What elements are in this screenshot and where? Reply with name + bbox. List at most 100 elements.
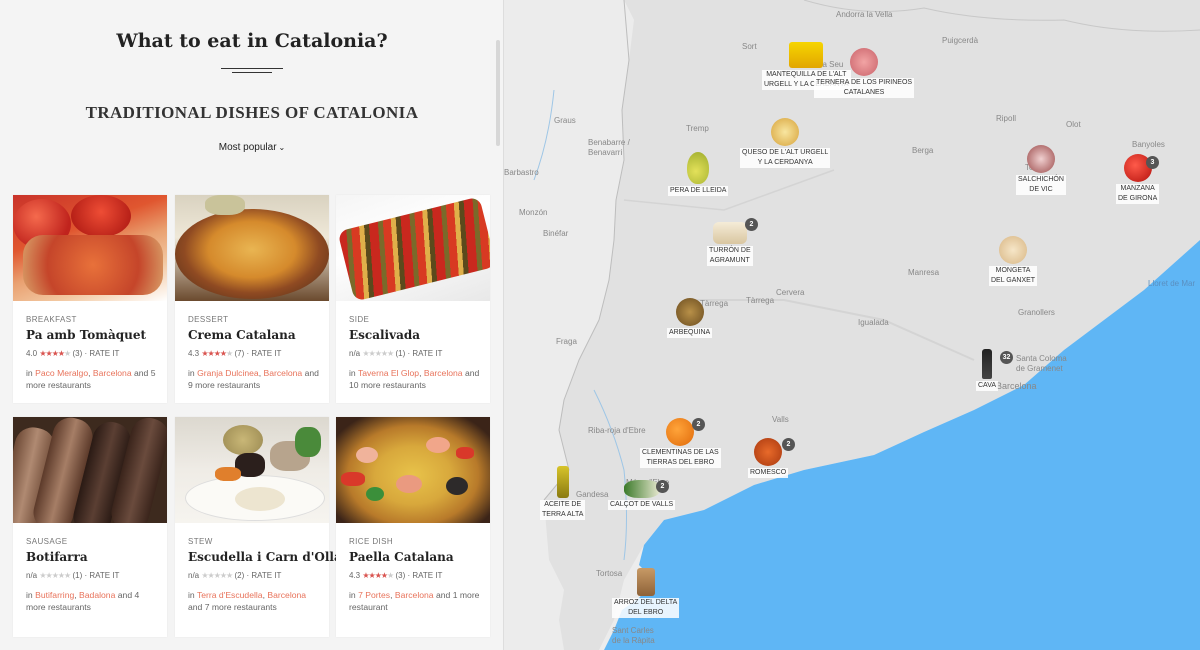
- city-link[interactable]: Barcelona: [424, 368, 463, 378]
- marker-label: PERA DE LLEIDA: [668, 186, 729, 196]
- place-label: Binéfar: [543, 229, 569, 238]
- marker-count-badge: 3: [1146, 156, 1159, 169]
- map-marker[interactable]: ARBEQUINA: [667, 298, 713, 338]
- map-marker[interactable]: QUESO DE L'ALT URGELL Y LA CERDANYA: [740, 118, 831, 168]
- star-icon: ★★★★: [39, 349, 65, 358]
- marker-label: TURRÓN DE AGRAMUNT: [707, 246, 753, 266]
- place-label: Olot: [1066, 120, 1081, 129]
- product-thumbnail: [712, 222, 747, 244]
- dish-name[interactable]: Pa amb Tomàquet: [26, 328, 146, 342]
- dish-photo[interactable]: [175, 195, 329, 301]
- map-marker[interactable]: SALCHICHÓN DE VIC: [1016, 145, 1066, 195]
- map-marker[interactable]: 3 MANZANA DE GIRONA: [1116, 154, 1160, 204]
- separator: ,: [88, 368, 91, 378]
- dish-name[interactable]: Escudella i Carn d'Olla: [188, 550, 342, 564]
- marker-label: QUESO DE L'ALT URGELL Y LA CERDANYA: [740, 148, 831, 168]
- in-label: in: [26, 590, 33, 600]
- rate-it-link[interactable]: RATE IT: [89, 571, 119, 580]
- dish-name[interactable]: Crema Catalana: [188, 328, 296, 342]
- restaurant-link[interactable]: Terra d'Escudella: [197, 590, 263, 600]
- dish-restaurants: in Terra d'Escudella, Barcelona and 7 mo…: [188, 589, 322, 613]
- dish-card[interactable]: SIDE Escalivada n/a ★★★★★ (1) · RATE IT …: [336, 195, 490, 403]
- place-label: Tremp: [686, 124, 709, 133]
- map-marker[interactable]: 32 CAVA: [976, 349, 1013, 391]
- marker-label: CLEMENTINAS DE LAS TIERRAS DEL EBRO: [640, 448, 721, 468]
- map-marker[interactable]: ACEITE DE TERRA ALTA: [540, 466, 586, 520]
- dish-list-panel: What to eat in Catalonia? TRADITIONAL DI…: [0, 0, 504, 650]
- map-marker[interactable]: 2 ROMESCO: [748, 438, 795, 478]
- place-label: Valls: [772, 415, 789, 424]
- star-icon: ★★★★★: [201, 571, 233, 580]
- dish-photo[interactable]: [336, 195, 490, 301]
- place-label: Andorra la Vella: [836, 10, 893, 19]
- marker-label: CAVA: [976, 381, 999, 391]
- dish-name[interactable]: Paella Catalana: [349, 550, 454, 564]
- city-link[interactable]: Badalona: [79, 590, 115, 600]
- dish-card[interactable]: DESSERT Crema Catalana 4.3 ★★★★★ (7) · R…: [175, 195, 329, 403]
- rate-it-link[interactable]: RATE IT: [412, 571, 442, 580]
- map-marker[interactable]: 2 CLEMENTINAS DE LAS TIERRAS DEL EBRO: [640, 418, 721, 468]
- restaurant-link[interactable]: Butifarring: [35, 590, 74, 600]
- dish-photo[interactable]: [13, 195, 167, 301]
- rate-it-link[interactable]: RATE IT: [89, 349, 119, 358]
- dish-card[interactable]: SAUSAGE Botifarra n/a ★★★★★ (1) · RATE I…: [13, 417, 167, 637]
- dish-name[interactable]: Botifarra: [26, 550, 88, 564]
- map-marker[interactable]: ARROZ DEL DELTA DEL EBRO: [612, 568, 680, 618]
- product-thumbnail: [556, 466, 569, 498]
- marker-label: ROMESCO: [748, 468, 789, 478]
- in-label: in: [349, 590, 356, 600]
- star-icon: ★★★★★: [362, 349, 394, 358]
- star-icon: ★★★★: [362, 571, 388, 580]
- place-label: Tàrrega: [746, 296, 775, 305]
- product-thumbnail: [850, 48, 879, 76]
- place-label: Barcelona: [996, 381, 1037, 391]
- rating-score: n/a: [188, 571, 200, 580]
- rate-it-link[interactable]: RATE IT: [251, 571, 281, 580]
- rating-score: 4.0: [26, 349, 38, 358]
- product-thumbnail: [754, 438, 783, 466]
- place-label: Barbastro: [504, 168, 539, 177]
- map-marker[interactable]: 2 CALÇOT DE VALLS: [608, 480, 676, 510]
- dish-photo[interactable]: [336, 417, 490, 523]
- dish-rating: n/a ★★★★★ (1) · RATE IT: [26, 571, 120, 580]
- map-marker[interactable]: MONGETA DEL GANXET: [989, 236, 1038, 286]
- rate-it-link[interactable]: RATE IT: [251, 349, 281, 358]
- product-thumbnail: [623, 480, 660, 498]
- dish-name[interactable]: Escalivada: [349, 328, 420, 342]
- dish-card[interactable]: RICE DISH Paella Catalana 4.3 ★★★★★ (3) …: [336, 417, 490, 637]
- restaurant-link[interactable]: Taverna El Glop: [358, 368, 419, 378]
- dish-category: SIDE: [349, 315, 370, 324]
- city-link[interactable]: Barcelona: [264, 368, 303, 378]
- scrollbar[interactable]: [496, 40, 500, 146]
- map-marker[interactable]: PERA DE LLEIDA: [668, 152, 729, 196]
- dish-card[interactable]: BREAKFAST Pa amb Tomàquet 4.0 ★★★★★ (3) …: [13, 195, 167, 403]
- dish-rating: 4.0 ★★★★★ (3) · RATE IT: [26, 349, 120, 358]
- star-icon: ★: [387, 571, 394, 580]
- place-label: Granollers: [1018, 308, 1055, 317]
- rating-score: 4.3: [188, 349, 200, 358]
- place-label: Lloret de Mar: [1148, 279, 1196, 288]
- more-restaurants: and 7 more restaurants: [188, 602, 277, 612]
- dish-card[interactable]: STEW Escudella i Carn d'Olla n/a ★★★★★ (…: [175, 417, 342, 637]
- dish-photo[interactable]: [175, 417, 329, 523]
- dish-photo[interactable]: [13, 417, 167, 523]
- sort-dropdown[interactable]: Most popular ⌄: [0, 142, 503, 153]
- city-link[interactable]: Barcelona: [395, 590, 434, 600]
- separator: ,: [258, 368, 262, 378]
- dish-restaurants: in Paco Meralgo, Barcelona and 5 more re…: [26, 367, 160, 391]
- restaurant-link[interactable]: Paco Meralgo: [35, 368, 88, 378]
- marker-label: MONGETA DEL GANXET: [989, 266, 1038, 286]
- separator: ,: [262, 590, 265, 600]
- product-thumbnail: [687, 152, 710, 184]
- city-link[interactable]: Barcelona: [267, 590, 306, 600]
- dish-category: DESSERT: [188, 315, 229, 324]
- rating-votes: (3): [395, 571, 406, 580]
- food-map[interactable]: Andorra la Vella Sort La Seu Puigcerdà G…: [504, 0, 1200, 650]
- restaurant-link[interactable]: Granja Dulcinea: [197, 368, 259, 378]
- restaurant-link[interactable]: 7 Portes: [358, 590, 390, 600]
- map-marker[interactable]: 2 TURRÓN DE AGRAMUNT: [707, 218, 758, 266]
- city-link[interactable]: Barcelona: [93, 368, 132, 378]
- map-marker[interactable]: TERNERA DE LOS PIRINEOS CATALANES: [814, 48, 915, 98]
- place-label: Cervera: [776, 288, 805, 297]
- rate-it-link[interactable]: RATE IT: [412, 349, 442, 358]
